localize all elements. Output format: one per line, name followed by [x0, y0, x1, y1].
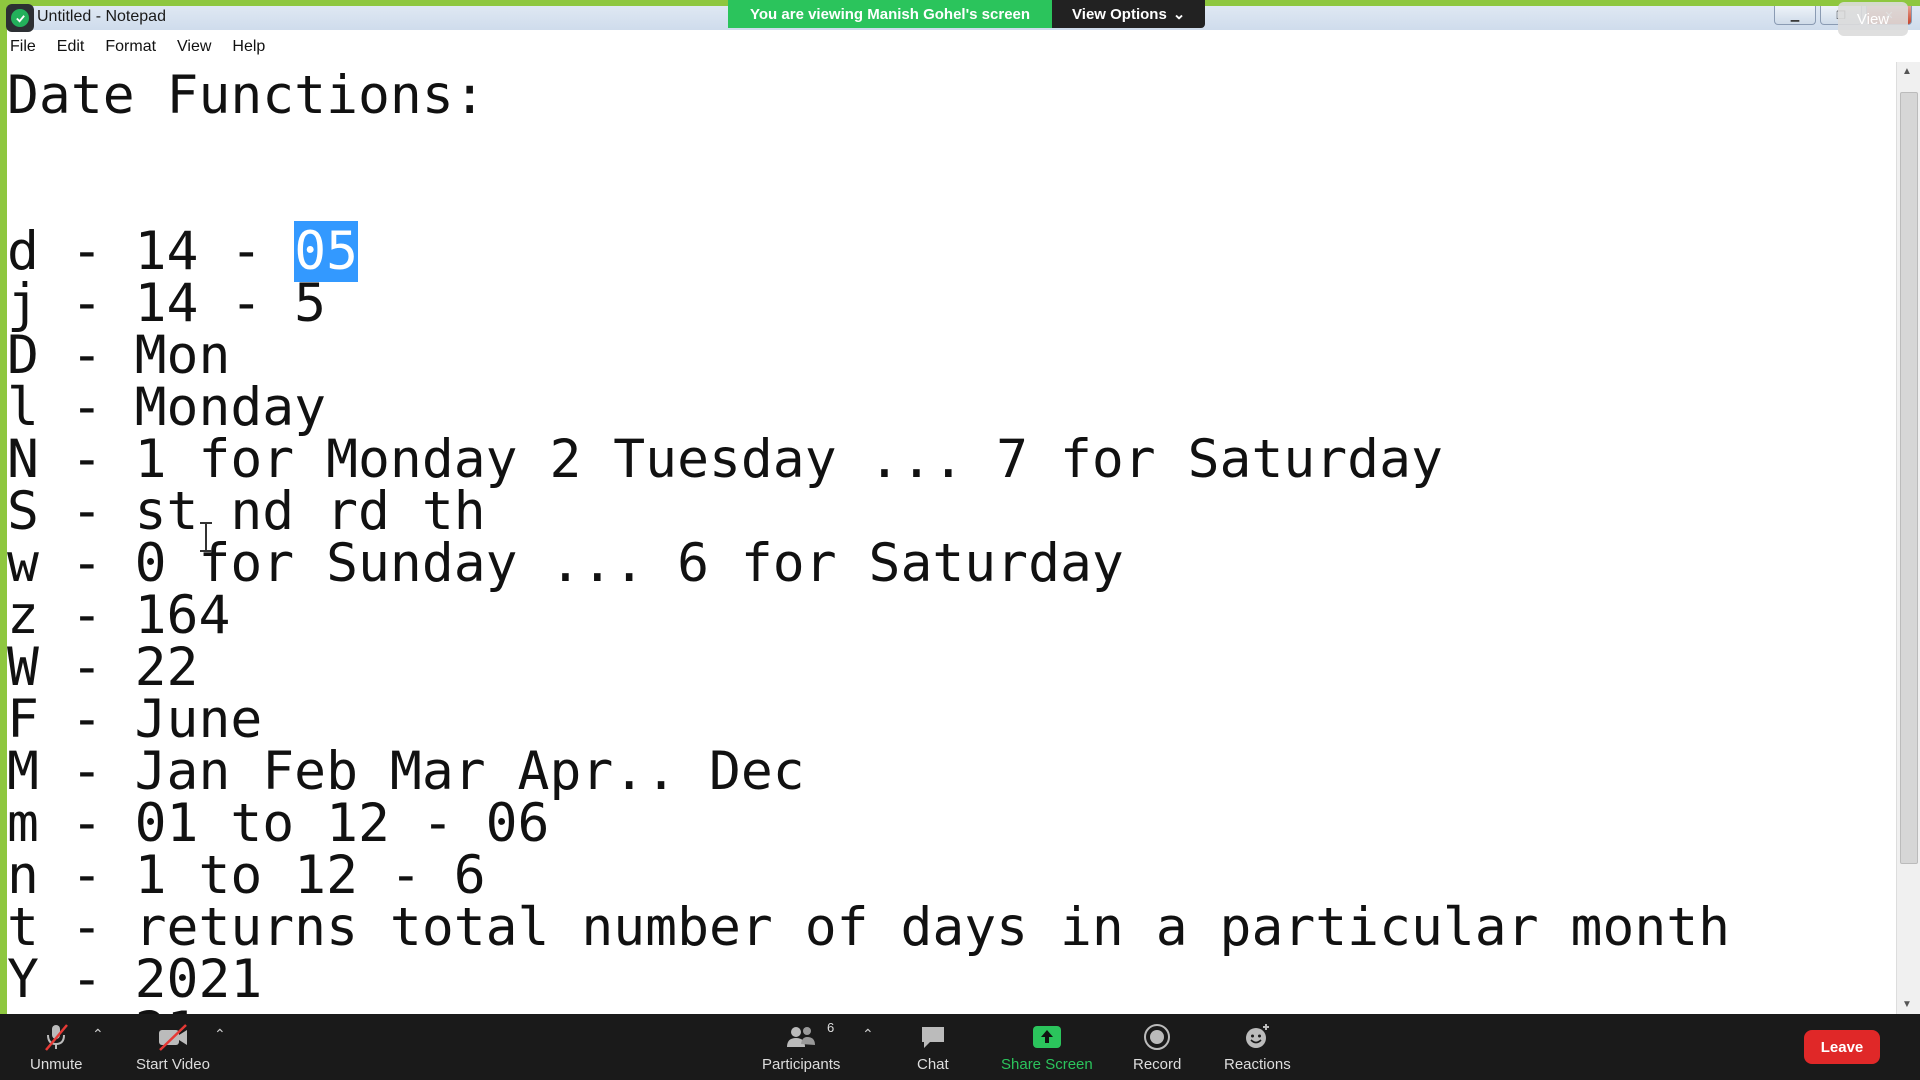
text-cursor-icon — [200, 522, 212, 552]
menu-view[interactable]: View — [174, 38, 221, 56]
participants-options-chevron-icon[interactable]: ⌃ — [862, 1026, 874, 1043]
scrollbar-thumb[interactable] — [1900, 92, 1918, 864]
reactions-button[interactable]: Reactions — [1224, 1022, 1291, 1073]
text-line: n - 1 to 12 - 6 — [7, 845, 486, 906]
start-video-button[interactable]: Start Video — [136, 1022, 210, 1073]
text-line: S - st nd rd th — [7, 481, 486, 542]
share-screen-icon — [1031, 1022, 1063, 1052]
meeting-toolbar: Unmute ⌃ Start Video ⌃ 6 Participants ⌃ … — [0, 1014, 1920, 1080]
menu-format[interactable]: Format — [102, 38, 166, 56]
minimize-button[interactable]: ▁ — [1774, 6, 1816, 25]
menu-bar: File Edit Format View Help — [7, 34, 1920, 60]
participants-button[interactable]: 6 Participants — [762, 1020, 840, 1073]
text-line: l - Monday — [7, 377, 327, 438]
menu-edit[interactable]: Edit — [54, 38, 95, 56]
notepad-window: Untitled - Notepad ▁ ❐ ✕ File Edit Forma… — [7, 6, 1920, 1014]
participants-icon: 6 — [784, 1020, 834, 1052]
text-line: F - June — [7, 689, 263, 750]
video-options-chevron-icon[interactable]: ⌃ — [214, 1026, 226, 1043]
text-line: t - returns total number of days in a pa… — [7, 897, 1731, 958]
text-line: Date Functions: — [7, 65, 486, 126]
text-line: M - Jan Feb Mar Apr.. Dec — [7, 741, 805, 802]
chevron-down-icon: ⌄ — [1172, 6, 1186, 23]
scroll-down-icon[interactable]: ▼ — [1902, 999, 1912, 1010]
text-line: w - 0 for Sunday ... 6 for Saturday — [7, 533, 1124, 594]
chat-icon — [918, 1022, 948, 1052]
menu-file[interactable]: File — [7, 38, 46, 56]
muted-microphone-icon — [41, 1022, 71, 1052]
text-line: N - 1 for Monday 2 Tuesday ... 7 for Sat… — [7, 429, 1443, 490]
vertical-scrollbar[interactable]: ▲ ▼ — [1896, 62, 1920, 1014]
text-editor[interactable]: Date Functions: d - 14 - 05 j - 14 - 5 D… — [7, 62, 1897, 1014]
text-line: m - 01 to 12 - 06 — [7, 793, 550, 854]
menu-help[interactable]: Help — [229, 38, 275, 56]
reactions-icon — [1242, 1022, 1272, 1052]
view-button[interactable]: View — [1838, 2, 1908, 36]
text-line: y - 21 — [7, 1005, 198, 1014]
text-line: z - 164 — [7, 585, 231, 646]
text-line: d - 14 - 05 — [7, 221, 359, 282]
audio-options-chevron-icon[interactable]: ⌃ — [92, 1026, 104, 1043]
share-banner: You are viewing Manish Gohel's screen Vi… — [728, 0, 1206, 28]
view-options-button[interactable]: View Options ⌄ — [1052, 0, 1206, 28]
unmute-button[interactable]: Unmute — [30, 1022, 83, 1073]
share-banner-message: You are viewing Manish Gohel's screen — [728, 0, 1053, 28]
scroll-up-icon[interactable]: ▲ — [1902, 66, 1912, 77]
text-line: Y - 2021 — [7, 949, 263, 1010]
chat-button[interactable]: Chat — [917, 1022, 949, 1073]
security-shield-icon[interactable] — [6, 4, 34, 32]
window-title: Untitled - Notepad — [37, 8, 166, 25]
record-button[interactable]: Record — [1133, 1022, 1181, 1073]
leave-button[interactable]: Leave — [1804, 1030, 1880, 1064]
text-line: W - 22 — [7, 637, 199, 698]
text-line: j - 14 - 5 — [7, 273, 327, 334]
participants-count: 6 — [826, 1020, 835, 1035]
video-off-icon — [156, 1022, 190, 1052]
minimize-icon: ▁ — [1790, 9, 1800, 22]
text-line: D - Mon — [7, 325, 231, 386]
share-screen-button[interactable]: Share Screen — [1001, 1022, 1093, 1073]
record-icon — [1142, 1022, 1172, 1052]
